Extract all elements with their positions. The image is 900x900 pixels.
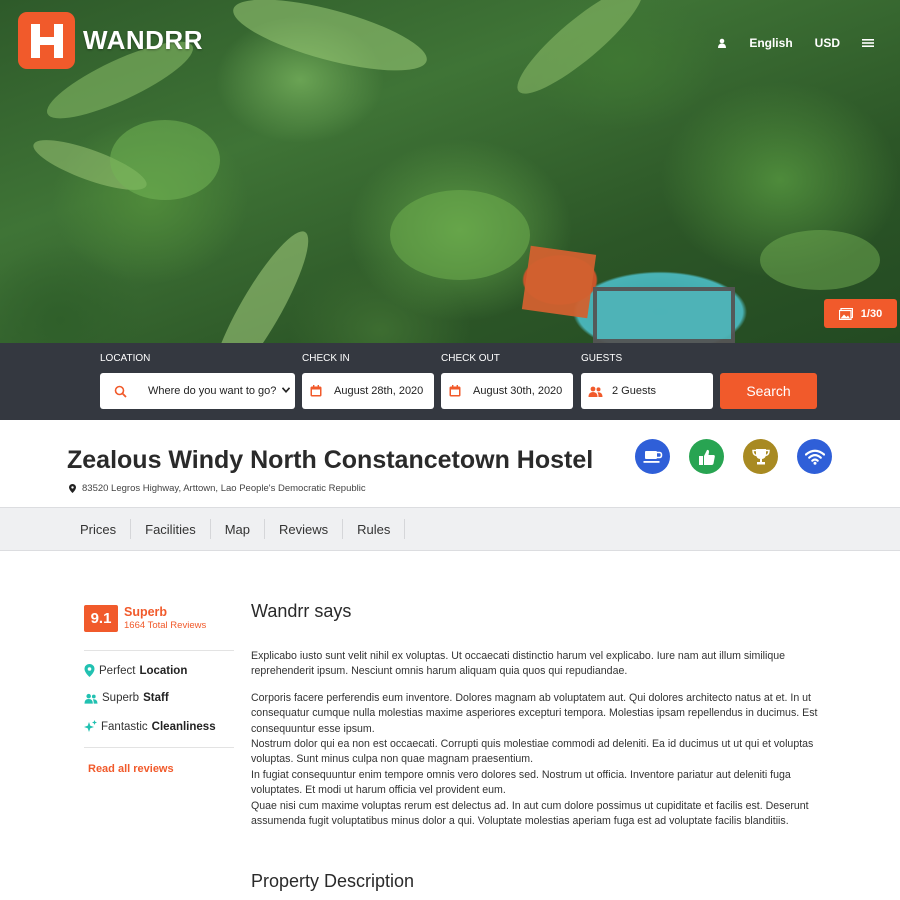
umbrella xyxy=(521,245,597,319)
trophy-badge xyxy=(743,439,778,474)
coffee-cup-icon xyxy=(643,450,662,463)
account-button[interactable] xyxy=(717,38,727,48)
rating-word: Superb xyxy=(124,605,168,619)
logo-mark xyxy=(18,12,75,69)
search-icon xyxy=(114,385,127,398)
wifi-badge xyxy=(797,439,832,474)
users-icon xyxy=(84,693,98,704)
read-all-reviews-link[interactable]: Read all reviews xyxy=(88,763,174,775)
guests-input[interactable]: 2 Guests xyxy=(581,373,713,409)
logo[interactable]: WANDRR xyxy=(18,12,203,69)
checkin-value: August 28th, 2020 xyxy=(334,385,424,397)
location-select[interactable]: Where do you want to go? xyxy=(100,373,295,409)
guests-label: GUESTS xyxy=(581,353,623,364)
trophy-icon xyxy=(751,448,770,464)
hamburger-menu-icon xyxy=(862,39,874,47)
gallery-button[interactable]: 1/30 xyxy=(824,299,897,328)
logo-h-icon xyxy=(30,23,63,58)
users-icon xyxy=(588,386,603,397)
user-icon xyxy=(718,38,727,48)
feature-prefix: Fantastic xyxy=(101,720,148,733)
calendar-icon xyxy=(449,385,461,397)
divider xyxy=(84,747,234,748)
feature-label: Cleanliness xyxy=(151,720,216,733)
says-paragraph: Explicabo iusto sunt velit nihil ex volu… xyxy=(251,650,786,678)
location-label: LOCATION xyxy=(100,353,151,364)
menu-button[interactable] xyxy=(862,38,874,48)
says-paragraph: Corporis facere perferendis eum inventor… xyxy=(251,692,818,735)
feature-location: Perfect Location xyxy=(84,664,187,677)
feature-prefix: Perfect xyxy=(99,664,136,677)
tab-rules[interactable]: Rules xyxy=(343,519,406,539)
tab-reviews[interactable]: Reviews xyxy=(265,519,344,539)
checkout-input[interactable]: August 30th, 2020 xyxy=(441,373,573,409)
review-count: 1664 Total Reviews xyxy=(124,620,207,631)
checkout-label: CHECK OUT xyxy=(441,353,500,364)
page-title: Zealous Windy North Constancetown Hostel xyxy=(67,446,594,474)
says-paragraph: Quae nisi cum maxime voluptas rerum est … xyxy=(251,800,809,828)
feature-cleanliness: Fantastic Cleanliness xyxy=(84,720,216,733)
tab-map[interactable]: Map xyxy=(211,519,265,539)
search-button[interactable]: Search xyxy=(720,373,817,409)
feature-prefix: Superb xyxy=(102,692,140,704)
pool xyxy=(593,287,735,343)
calendar-icon xyxy=(310,385,322,397)
checkin-label: CHECK IN xyxy=(302,353,350,364)
map-pin-icon xyxy=(69,484,76,493)
thumbs-up-icon xyxy=(698,449,715,465)
property-address: 83520 Legros Highway, Arttown, Lao Peopl… xyxy=(69,483,366,494)
checkin-input[interactable]: August 28th, 2020 xyxy=(302,373,434,409)
top-navigation: English USD xyxy=(717,36,874,50)
tab-prices[interactable]: Prices xyxy=(66,519,132,539)
says-paragraph: Nostrum dolor qui ea non est occaecati. … xyxy=(251,738,814,766)
property-description-heading: Property Description xyxy=(251,871,415,891)
hero-image: WANDRR English USD 1/30 xyxy=(0,0,900,343)
thumbs-up-badge xyxy=(689,439,724,474)
coffee-badge xyxy=(635,439,670,474)
wandrr-says-heading: Wandrr says xyxy=(251,601,352,621)
gallery-counter: 1/30 xyxy=(860,307,883,320)
section-tabs: Prices Facilities Map Reviews Rules xyxy=(0,507,900,551)
divider xyxy=(84,650,234,651)
guests-value: 2 Guests xyxy=(612,385,657,397)
feature-staff: Superb Staff xyxy=(84,692,169,704)
sparkle-icon xyxy=(84,720,97,732)
checkout-value: August 30th, 2020 xyxy=(473,385,563,397)
map-pin-icon xyxy=(84,664,95,677)
brand-name: WANDRR xyxy=(83,25,203,55)
says-paragraph: In fugiat consequuntur enim tempore omni… xyxy=(251,769,791,797)
language-selector[interactable]: English xyxy=(749,36,792,50)
feature-label: Staff xyxy=(143,692,169,704)
images-icon xyxy=(838,307,853,320)
currency-selector[interactable]: USD xyxy=(815,36,840,50)
location-placeholder: Where do you want to go? xyxy=(148,385,277,397)
address-text: 83520 Legros Highway, Arttown, Lao Peopl… xyxy=(82,483,366,494)
wifi-icon xyxy=(804,449,825,465)
chevron-down-icon xyxy=(282,387,290,393)
feature-label: Location xyxy=(139,664,188,677)
amenity-badges xyxy=(635,439,832,474)
tab-facilities[interactable]: Facilities xyxy=(131,519,211,539)
rating-score: 9.1 xyxy=(84,605,118,632)
